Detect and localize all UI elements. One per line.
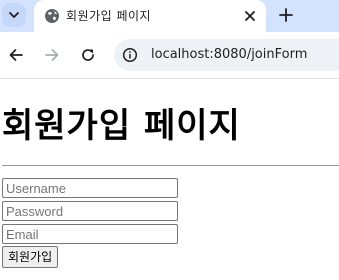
plus-icon[interactable]	[278, 7, 294, 23]
divider	[2, 165, 339, 166]
tab-search-icon	[9, 12, 19, 18]
password-input[interactable]	[2, 201, 178, 221]
page-title: 회원가입 페이지	[2, 106, 241, 146]
site-info-icon[interactable]	[122, 47, 138, 63]
url-text: localhost:8080/joinForm	[151, 47, 308, 62]
arrow-left-icon[interactable]	[8, 47, 24, 63]
email-input[interactable]	[2, 224, 178, 244]
username-input[interactable]	[2, 178, 178, 198]
browser-tab[interactable]: 회원가입 페이지	[34, 0, 266, 32]
close-icon[interactable]	[244, 10, 256, 22]
page-content: 회원가입 페이지 회원가입	[0, 79, 339, 280]
reload-icon[interactable]	[80, 47, 96, 63]
address-bar[interactable]: localhost:8080/joinForm	[114, 39, 339, 71]
globe-icon	[45, 9, 59, 23]
join-button[interactable]: 회원가입	[2, 246, 59, 268]
tab-title: 회원가입 페이지	[66, 9, 152, 23]
browser-toolbar: localhost:8080/joinForm	[0, 32, 339, 79]
arrow-right-icon[interactable]	[44, 47, 60, 63]
tab-search-button[interactable]	[2, 3, 26, 27]
tab-strip: 회원가입 페이지	[0, 0, 339, 32]
